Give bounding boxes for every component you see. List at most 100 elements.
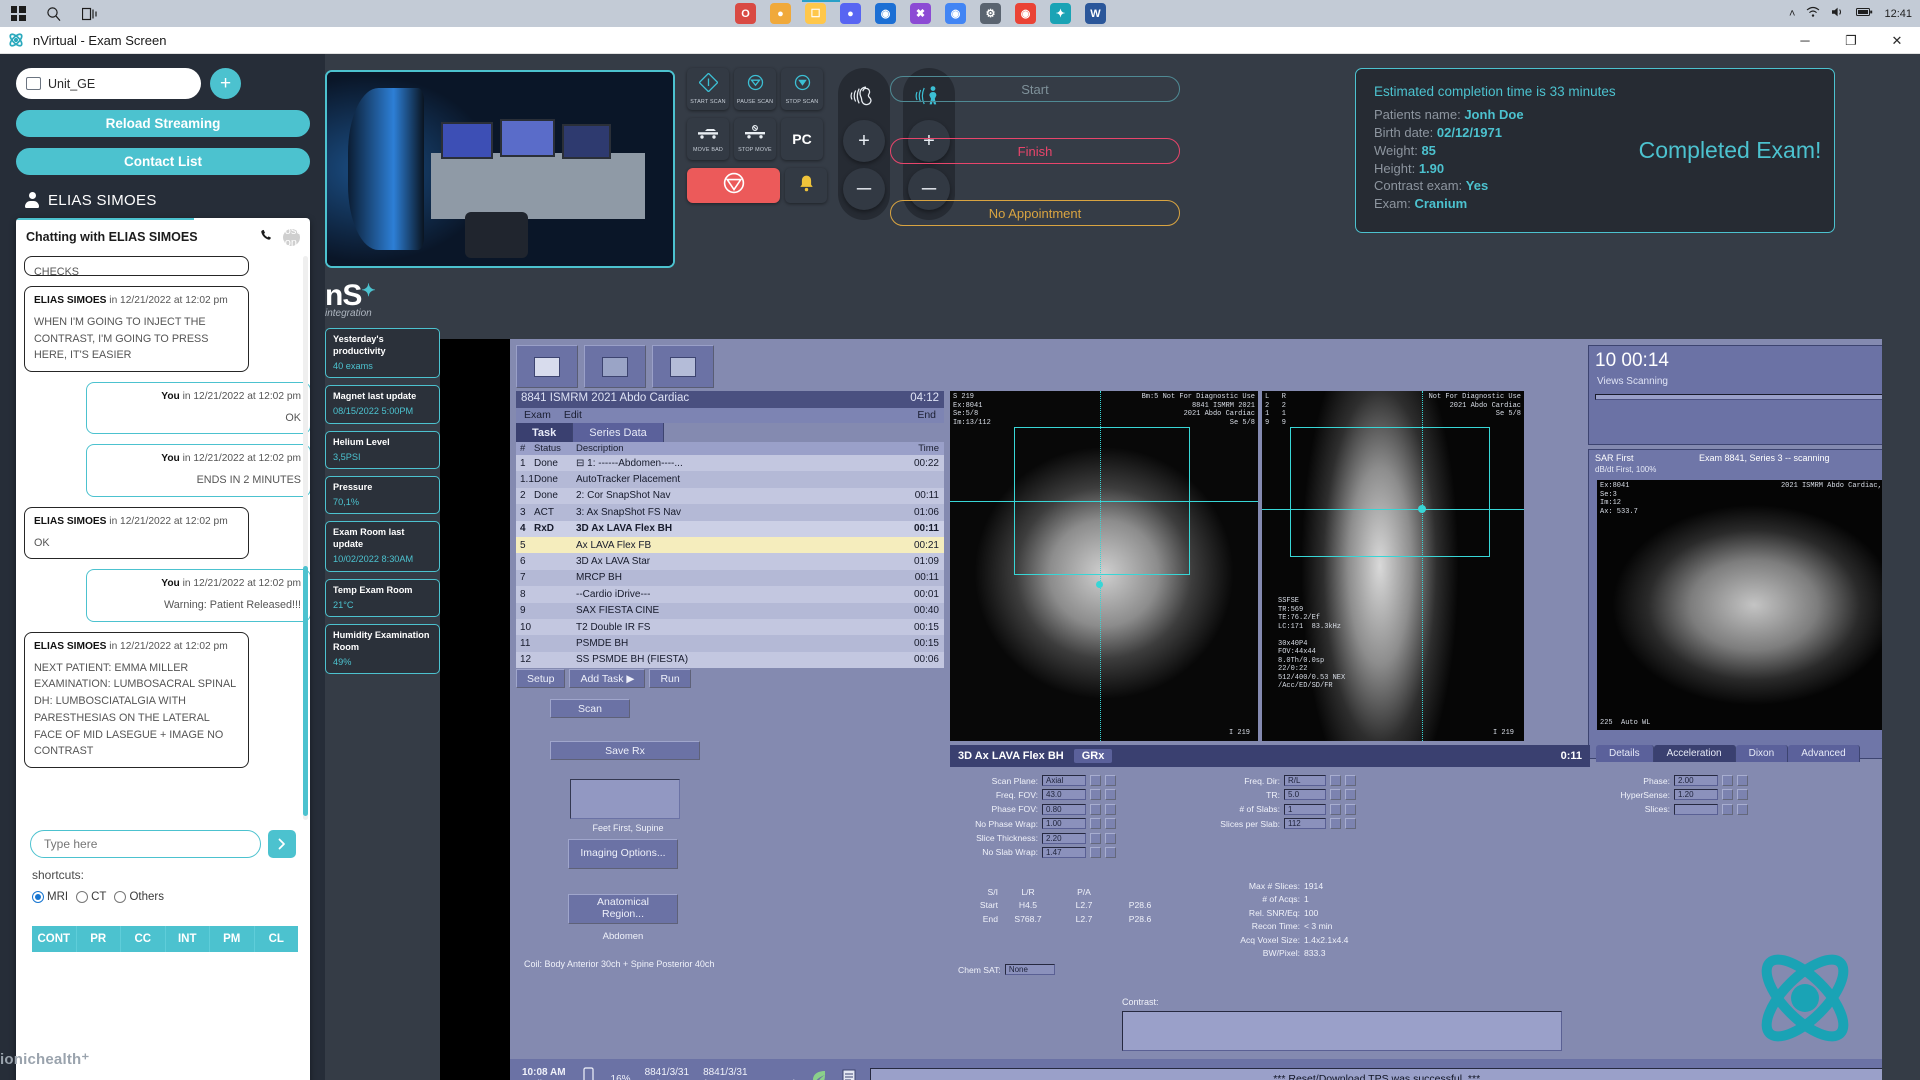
param-row[interactable]: No Slab Wrap: 1.47 — [958, 847, 1178, 858]
shortcut-buttons-row[interactable]: CONT PR CC INT PM CL — [32, 926, 298, 952]
param-value[interactable]: 0.80 — [1042, 804, 1086, 815]
param-dropdown-icon[interactable] — [1330, 789, 1341, 800]
console-tool-image[interactable] — [584, 345, 646, 388]
visual-studio-icon[interactable]: ✖ — [910, 3, 931, 24]
param-tab-details[interactable]: Details — [1596, 745, 1654, 762]
param-stepper-icon[interactable] — [1345, 789, 1356, 800]
console-task-table[interactable]: 1 Done ⊟ 1: ------Abdomen----... 00:22 1.1 Do… — [516, 455, 944, 668]
console-task-row[interactable]: 1.1 Done AutoTracker Placement — [516, 471, 944, 487]
ns-card[interactable]: Humidity Examination Room 49% — [325, 624, 440, 674]
move-bad-button[interactable]: MOVE BAD — [687, 118, 729, 160]
pc-button[interactable]: PC — [781, 118, 823, 160]
start-button[interactable] — [8, 4, 28, 24]
param-dropdown-icon[interactable] — [1330, 818, 1341, 829]
param-stepper-icon[interactable] — [1105, 775, 1116, 786]
console-menu-edit[interactable]: Edit — [564, 409, 582, 422]
param-tab-acceleration[interactable]: Acceleration — [1654, 745, 1736, 762]
ns-card[interactable]: Exam Room last update 10/02/2022 8:30AM — [325, 521, 440, 571]
battery-icon[interactable] — [1856, 7, 1873, 20]
param-stepper-icon[interactable] — [1737, 789, 1748, 800]
opera-icon[interactable]: O — [735, 3, 756, 24]
mri-sagittal-image[interactable]: L R 2 2 1 1 9 9 Not For Diagnostic Use 2… — [1262, 391, 1524, 741]
console-tab-series-data[interactable]: Series Data — [573, 423, 663, 442]
file-explorer-icon[interactable]: ☐ — [805, 3, 826, 24]
param-row[interactable]: Slices: — [1602, 804, 1822, 815]
console-task-row[interactable]: 12 SS PSMDE BH (FIESTA) 00:06 — [516, 652, 944, 668]
param-dropdown-icon[interactable] — [1722, 804, 1733, 815]
chat-close-icon[interactable]: close-icon — [283, 229, 300, 246]
param-dropdown-icon[interactable] — [1722, 775, 1733, 786]
network-icon[interactable] — [1806, 6, 1820, 21]
param-dropdown-icon[interactable] — [1722, 789, 1733, 800]
param-stepper-icon[interactable] — [1737, 804, 1748, 815]
console-task-row[interactable]: 8 --Cardio iDrive--- 00:01 — [516, 586, 944, 602]
chat-scrollbar[interactable] — [303, 256, 308, 820]
params-left-column[interactable]: Scan Plane: Axial Freq. FOV: 43.0 Phase FOV:… — [958, 775, 1178, 861]
console-tool-print[interactable] — [516, 345, 578, 388]
param-value[interactable]: 2.20 — [1042, 833, 1086, 844]
param-dropdown-icon[interactable] — [1090, 818, 1101, 829]
ns-card[interactable]: Temp Exam Room 21°C — [325, 579, 440, 617]
param-dropdown-icon[interactable] — [1090, 833, 1101, 844]
param-tabs[interactable]: Details Acceleration Dixon Advanced — [1596, 745, 1860, 762]
param-value[interactable]: 1 — [1284, 804, 1326, 815]
param-value[interactable]: 1.20 — [1674, 789, 1718, 800]
param-value[interactable]: 43.0 — [1042, 789, 1086, 800]
console-task-row[interactable]: 6 3D Ax LAVA Star 01:09 — [516, 553, 944, 569]
location-app-icon[interactable]: ◉ — [875, 3, 896, 24]
chat-message-list[interactable]: CHECKS ELIAS SIMOES in 12/21/2022 at 12:0… — [16, 256, 310, 820]
task-view-icon[interactable] — [80, 4, 100, 24]
param-row[interactable]: No Phase Wrap: 1.00 — [958, 818, 1178, 829]
stop-move-button[interactable]: STOP MOVE — [734, 118, 776, 160]
param-value[interactable]: R/L — [1284, 775, 1326, 786]
chrome2-icon[interactable]: ◉ — [1015, 3, 1036, 24]
emergency-stop-button[interactable] — [687, 168, 780, 203]
chrome-icon[interactable]: ◉ — [945, 3, 966, 24]
console-task-row[interactable]: 3 ACT 3: Ax SnapShot FS Nav 01:06 — [516, 504, 944, 520]
alarm-bell-button[interactable] — [785, 168, 827, 203]
phone-icon[interactable] — [260, 229, 273, 245]
console-menu-exam[interactable]: Exam — [524, 409, 551, 422]
console-task-row[interactable]: 10 T2 Double IR FS 00:15 — [516, 619, 944, 635]
console-scan-button[interactable]: Scan — [550, 699, 630, 718]
param-row[interactable]: HyperSense: 1.20 — [1602, 789, 1822, 800]
console-menubar[interactable]: Exam Edit End — [516, 408, 944, 423]
console-task-tabs[interactable]: Task Series Data — [516, 423, 944, 442]
mri-axial-image[interactable]: S 219 Ex:8041 Se:5/8 Im:13/112 Bm:5 Not … — [950, 391, 1258, 741]
listen-volume-up-button[interactable]: + — [843, 120, 885, 162]
word-icon[interactable]: W — [1085, 3, 1106, 24]
pause-scan-button[interactable]: PAUSE SCAN — [734, 68, 776, 110]
ns-card[interactable]: Pressure 70,1% — [325, 476, 440, 514]
console-addtask-button[interactable]: Add Task ▶ — [569, 669, 645, 688]
param-row[interactable]: # of Slabs: 1 — [1210, 804, 1410, 815]
param-value[interactable]: 2.00 — [1674, 775, 1718, 786]
param-stepper-icon[interactable] — [1345, 804, 1356, 815]
param-value[interactable]: 1.00 — [1042, 818, 1086, 829]
shortcut-cc-button[interactable]: CC — [121, 926, 166, 952]
listen-volume-down-button[interactable]: ─ — [843, 168, 885, 210]
radio-others[interactable]: Others — [114, 891, 164, 903]
param-row[interactable]: Freq. Dir: R/L — [1210, 775, 1410, 786]
param-row[interactable]: Phase: 2.00 — [1602, 775, 1822, 786]
console-task-row[interactable]: 11 PSMDE BH 00:15 — [516, 635, 944, 651]
param-stepper-icon[interactable] — [1105, 847, 1116, 858]
no-appointment-button[interactable]: No Appointment — [890, 200, 1180, 226]
console-menu-end[interactable]: End — [917, 409, 936, 422]
ns-card[interactable]: Helium Level 3,5PSI — [325, 431, 440, 469]
param-dropdown-icon[interactable] — [1090, 775, 1101, 786]
param-stepper-icon[interactable] — [1105, 789, 1116, 800]
flstudio-icon[interactable]: ● — [770, 3, 791, 24]
param-stepper-icon[interactable] — [1105, 833, 1116, 844]
volume-icon[interactable] — [1831, 6, 1845, 21]
console-save-rx-button[interactable]: Save Rx — [550, 741, 700, 760]
param-dropdown-icon[interactable] — [1090, 847, 1101, 858]
param-row[interactable]: Freq. FOV: 43.0 — [958, 789, 1178, 800]
console-task-row[interactable]: 2 Done 2: Cor SnapShot Nav 00:11 — [516, 488, 944, 504]
param-dropdown-icon[interactable] — [1090, 804, 1101, 815]
add-unit-button[interactable]: + — [210, 68, 241, 99]
console-task-row[interactable]: 4 RxD 3D Ax LAVA Flex BH 00:11 — [516, 521, 944, 537]
console-task-row[interactable]: 1 Done ⊟ 1: ------Abdomen----... 00:22 — [516, 455, 944, 471]
param-stepper-icon[interactable] — [1345, 775, 1356, 786]
console-setup-button[interactable]: Setup — [516, 669, 565, 688]
clock[interactable]: 12:41 — [1884, 8, 1912, 20]
